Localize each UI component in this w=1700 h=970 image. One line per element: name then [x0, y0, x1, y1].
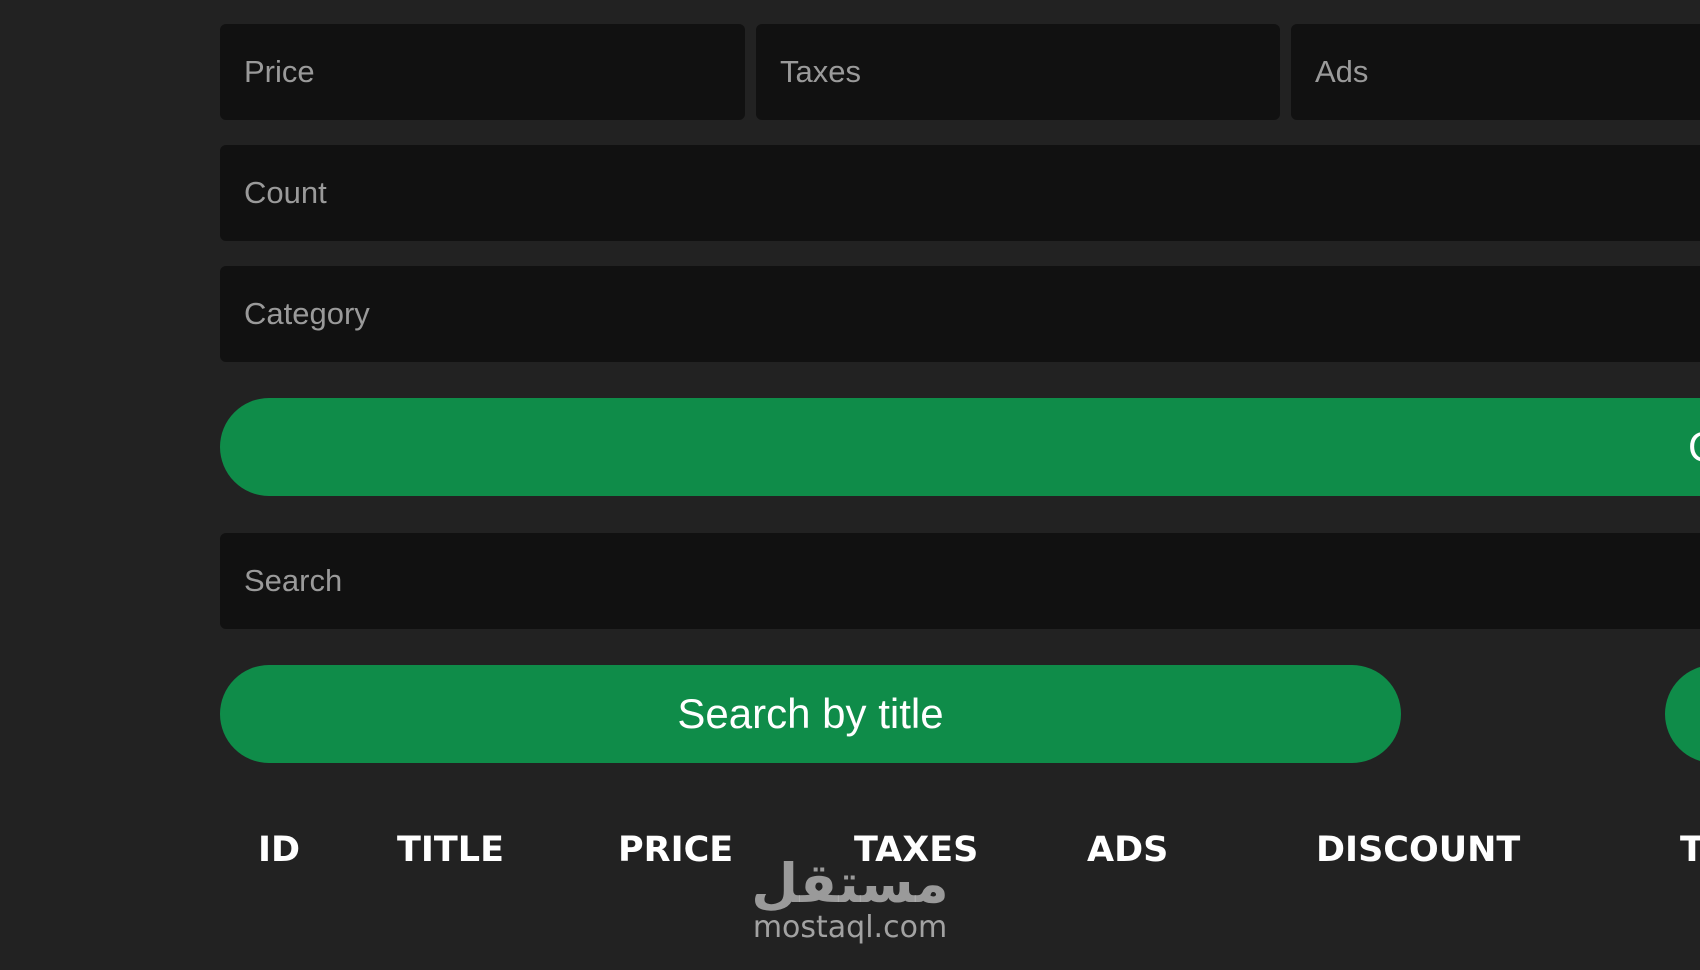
- search-by-category-button[interactable]: [1665, 665, 1700, 763]
- taxes-input[interactable]: [756, 24, 1280, 120]
- table-header-ads: ADS: [1087, 830, 1169, 870]
- create-button[interactable]: Create: [220, 398, 1700, 496]
- ads-input[interactable]: [1291, 24, 1700, 120]
- search-by-title-label: Search by title: [677, 690, 944, 737]
- count-input[interactable]: [220, 145, 1700, 241]
- table-header-taxes: TAXES: [854, 830, 979, 870]
- category-input[interactable]: [220, 266, 1700, 362]
- watermark-latin: mostaql.com: [752, 910, 948, 945]
- create-button-label: Create: [1688, 398, 1700, 496]
- table-header-title: TITLE: [397, 830, 504, 870]
- table-header-price: PRICE: [618, 830, 734, 870]
- table-header-total: T: [1680, 830, 1700, 870]
- table-header-discount: DISCOUNT: [1316, 830, 1521, 870]
- price-input[interactable]: [220, 24, 745, 120]
- search-by-title-button[interactable]: Search by title: [220, 665, 1401, 763]
- search-input[interactable]: [220, 533, 1700, 629]
- table-header-id: ID: [258, 830, 301, 870]
- page: Create Search by title ID TITLE PRICE TA…: [0, 0, 1700, 970]
